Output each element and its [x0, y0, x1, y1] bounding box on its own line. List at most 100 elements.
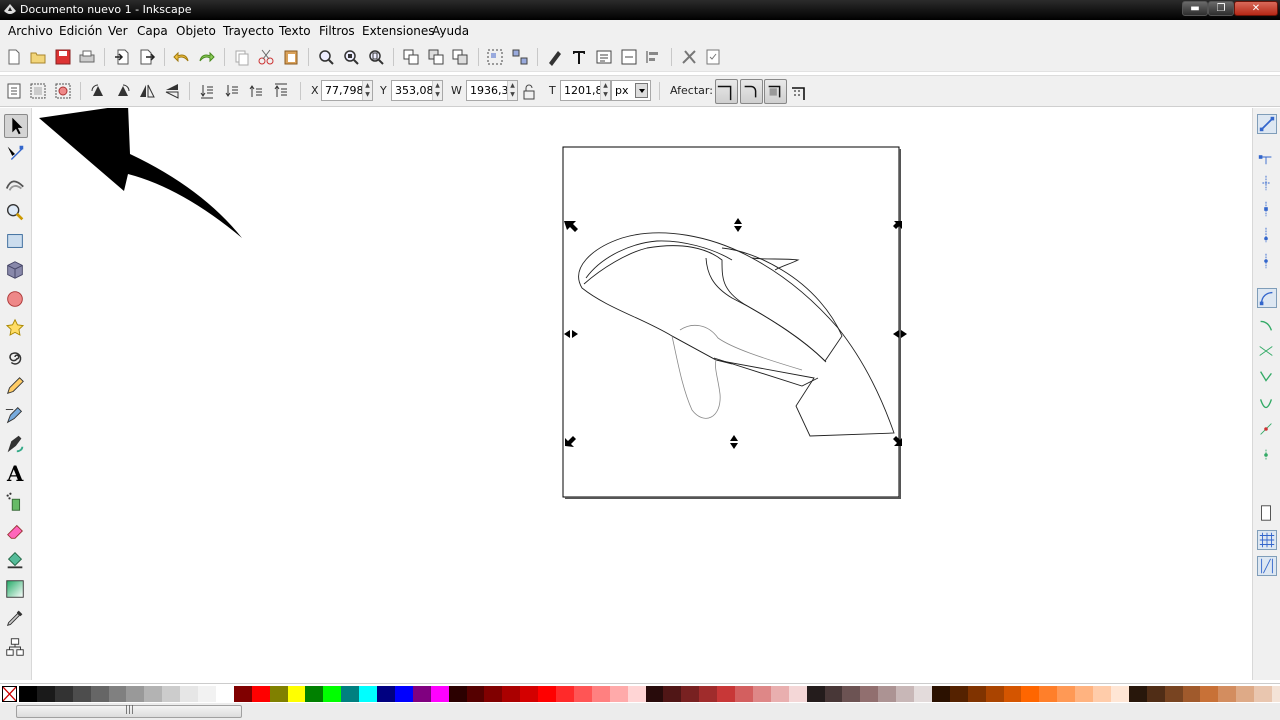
color-swatch[interactable] [1164, 686, 1183, 702]
snap-bbox-midpoint-toggle[interactable] [1257, 226, 1277, 246]
document-properties-icon[interactable] [704, 48, 722, 66]
gradient-tool[interactable] [4, 578, 28, 602]
snap-page-border-toggle[interactable] [1257, 504, 1277, 524]
snap-paths-toggle[interactable] [1257, 316, 1277, 336]
color-swatch[interactable] [788, 686, 807, 702]
color-swatch[interactable] [967, 686, 986, 702]
color-swatch[interactable] [72, 686, 91, 702]
color-swatch[interactable] [287, 686, 306, 702]
menu-extensiones[interactable]: Extensiones [362, 24, 435, 38]
snap-object-center-toggle[interactable] [1257, 446, 1277, 466]
color-swatch[interactable] [806, 686, 825, 702]
color-swatch[interactable] [341, 686, 360, 702]
redo-icon[interactable] [197, 48, 215, 66]
transform-icon[interactable] [644, 48, 662, 66]
color-swatch[interactable] [591, 686, 610, 702]
color-swatch[interactable] [215, 686, 234, 702]
snap-nodes-toggle[interactable] [1257, 288, 1277, 308]
color-swatch[interactable] [448, 686, 467, 702]
align-distribute-icon[interactable] [620, 48, 638, 66]
snap-cusp-nodes-toggle[interactable] [1257, 368, 1277, 388]
color-swatch[interactable] [108, 686, 127, 702]
color-swatch[interactable] [54, 686, 73, 702]
color-swatch[interactable] [824, 686, 843, 702]
color-swatch[interactable] [502, 686, 521, 702]
color-swatch[interactable] [860, 686, 879, 702]
color-swatch[interactable] [1110, 686, 1129, 702]
node-tool[interactable] [4, 143, 28, 167]
select-all-layers-icon[interactable] [29, 82, 47, 100]
rotate-cw-icon[interactable] [114, 82, 132, 100]
lock-ratio-icon[interactable] [522, 83, 536, 101]
menu-filtros[interactable]: Filtros [319, 24, 355, 38]
pencil-tool[interactable] [4, 375, 28, 399]
color-swatch[interactable] [126, 686, 145, 702]
color-swatch[interactable] [162, 686, 181, 702]
zoom-page-icon[interactable] [367, 48, 385, 66]
affect-gradients-toggle[interactable] [764, 79, 787, 104]
color-swatch[interactable] [896, 686, 915, 702]
snap-bbox-toggle[interactable] [1257, 148, 1277, 168]
flip-vertical-icon[interactable] [163, 82, 181, 100]
unlink-clone-icon[interactable] [451, 48, 469, 66]
snap-bbox-corner-toggle[interactable] [1257, 200, 1277, 220]
color-swatch[interactable] [627, 686, 646, 702]
minimize-button[interactable]: ▬ [1182, 1, 1208, 16]
color-swatch[interactable] [359, 686, 378, 702]
snap-intersections-toggle[interactable] [1257, 342, 1277, 362]
menu-edicion[interactable]: Edición [59, 24, 102, 38]
undo-icon[interactable] [173, 48, 191, 66]
unit-select[interactable]: px [611, 80, 651, 101]
menu-ayuda[interactable]: Ayuda [432, 24, 469, 38]
color-swatch[interactable] [1272, 686, 1280, 702]
calligraphy-tool[interactable] [4, 433, 28, 457]
spray-tool[interactable] [4, 491, 28, 515]
menu-capa[interactable]: Capa [137, 24, 168, 38]
color-swatch[interactable] [1057, 686, 1076, 702]
export-icon[interactable] [138, 48, 156, 66]
color-swatch[interactable] [752, 686, 771, 702]
print-icon[interactable] [78, 48, 96, 66]
3d-box-tool[interactable] [4, 259, 28, 283]
color-swatch[interactable] [878, 686, 897, 702]
color-swatch[interactable] [466, 686, 485, 702]
close-button[interactable]: ✕ [1234, 1, 1278, 16]
unit-dropdown-arrow-icon[interactable] [635, 83, 648, 98]
open-folder-icon[interactable] [29, 48, 47, 66]
lower-to-bottom-icon[interactable] [198, 82, 216, 100]
color-swatch[interactable] [90, 686, 109, 702]
color-swatch[interactable] [914, 686, 932, 702]
color-swatch[interactable] [1146, 686, 1165, 702]
color-swatch[interactable] [556, 686, 574, 702]
menu-trayecto[interactable]: Trayecto [223, 24, 274, 38]
text-font-icon[interactable] [570, 48, 588, 66]
drawing-canvas[interactable] [32, 108, 1252, 680]
color-swatch[interactable] [931, 686, 950, 702]
color-swatch[interactable] [609, 686, 628, 702]
import-icon[interactable] [113, 48, 131, 66]
flip-horizontal-icon[interactable] [138, 82, 156, 100]
xml-editor-icon[interactable] [595, 48, 613, 66]
width-spinner-arrows[interactable]: ▲ ▼ [507, 81, 517, 100]
color-swatch[interactable] [573, 686, 592, 702]
dropper-tool[interactable] [4, 607, 28, 631]
zoom-drawing-icon[interactable] [342, 48, 360, 66]
color-swatch[interactable] [681, 686, 700, 702]
color-swatch[interactable] [538, 686, 557, 702]
tweak-tool[interactable] [4, 172, 28, 196]
snap-midpoints-toggle[interactable] [1257, 420, 1277, 440]
color-swatch[interactable] [1200, 686, 1219, 702]
paste-icon[interactable] [282, 48, 300, 66]
zoom-tool[interactable] [4, 201, 28, 225]
color-swatch[interactable] [430, 686, 449, 702]
x-spinner-arrows[interactable]: ▲ ▼ [362, 81, 372, 100]
spiral-tool[interactable] [4, 346, 28, 370]
pen-tool[interactable] [4, 404, 28, 428]
connector-tool[interactable] [4, 636, 28, 660]
new-document-icon[interactable] [5, 48, 23, 66]
color-swatch[interactable] [770, 686, 789, 702]
color-swatch[interactable] [1218, 686, 1237, 702]
snap-guides-toggle[interactable] [1257, 556, 1277, 576]
eraser-tool[interactable] [4, 520, 28, 544]
menu-objeto[interactable]: Objeto [176, 24, 216, 38]
